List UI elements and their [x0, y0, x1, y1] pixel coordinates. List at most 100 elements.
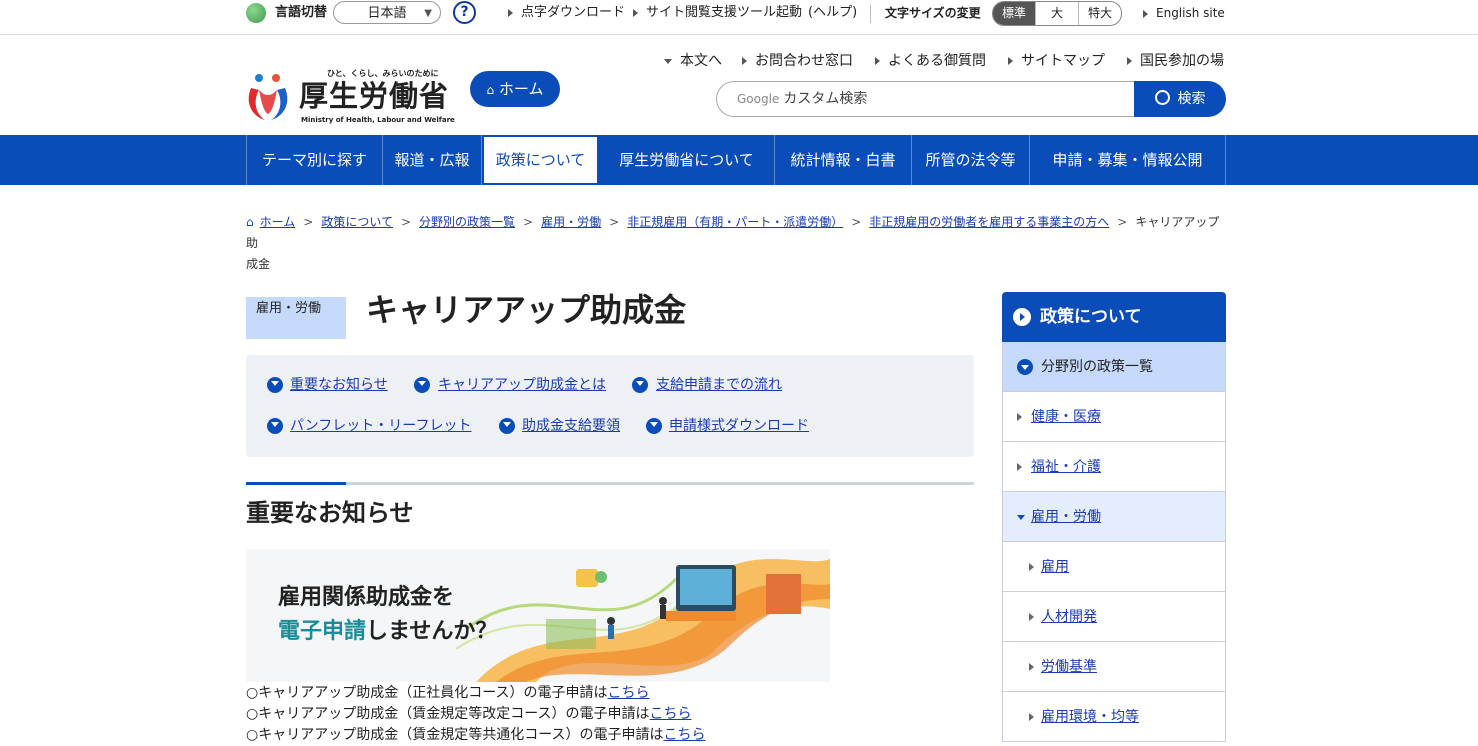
- breadcrumb-policy[interactable]: 政策について: [321, 215, 393, 229]
- header-link-participation-label: 国民参加の場: [1140, 53, 1224, 69]
- banner-illustration: [455, 559, 830, 682]
- language-select[interactable]: 日本語 ▼: [333, 1, 441, 24]
- sidebar-policy-list[interactable]: 分野別の政策一覧: [1002, 342, 1226, 392]
- sidebar-item-welfare[interactable]: 福祉・介護: [1002, 442, 1226, 492]
- chevron-down-icon: [499, 418, 515, 434]
- breadcrumb-employers[interactable]: 非正規雇用の労働者を雇用する事業主の方へ: [869, 215, 1109, 229]
- sidebar-subitem-labor-standards-label[interactable]: 労働基準: [1041, 659, 1097, 675]
- notice-text: ○キャリアアップ助成金（賃金規定等共通化コース）の電子申請は: [246, 727, 664, 743]
- breadcrumb-separator: >: [523, 215, 534, 229]
- font-size-standard[interactable]: 標準: [993, 2, 1036, 25]
- english-site-link[interactable]: English site: [1143, 0, 1225, 26]
- sidebar-item-welfare-label[interactable]: 福祉・介護: [1031, 459, 1101, 475]
- toc-flow[interactable]: 支給申請までの流れ: [656, 376, 782, 394]
- search-button[interactable]: 検索: [1134, 81, 1226, 117]
- arrow-down-icon: [1017, 515, 1025, 520]
- sidebar-subitem-hrd-label[interactable]: 人材開発: [1041, 609, 1097, 625]
- font-size-switch: 標準 大 特大: [992, 1, 1122, 26]
- sidebar-header[interactable]: 政策について: [1002, 292, 1226, 342]
- notice-link[interactable]: こちら: [608, 685, 650, 701]
- sidebar-item-employment[interactable]: 雇用・労働: [1002, 492, 1226, 542]
- header-link-main[interactable]: 本文へ: [664, 52, 722, 70]
- sidebar-subitem-equality[interactable]: 雇用環境・均等: [1002, 692, 1226, 742]
- accessibility-tool-link[interactable]: サイト閲覧支援ツール起動: [633, 0, 802, 26]
- breadcrumb-current-cont: 成金: [246, 257, 271, 271]
- toc-pamphlets[interactable]: パンフレット・リーフレット: [290, 417, 471, 435]
- arrow-icon: [1017, 463, 1022, 471]
- help-icon[interactable]: ?: [453, 1, 476, 24]
- arrow-icon: [1029, 563, 1034, 571]
- notice-item: ○キャリアアップ助成金（正社員化コース）の電子申請はこちら: [246, 683, 706, 704]
- font-size-large[interactable]: 大: [1036, 2, 1079, 25]
- search-icon: [1154, 90, 1170, 105]
- sidebar-policy-list-label: 分野別の政策一覧: [1041, 359, 1153, 375]
- search-placeholder: カスタム検索: [783, 91, 868, 107]
- page-title: キャリアアップ助成金: [366, 291, 687, 329]
- font-size-label: 文字サイズの変更: [885, 6, 981, 20]
- sidebar-item-health-label[interactable]: 健康・医療: [1031, 409, 1101, 425]
- sidebar-title: 政策について: [1040, 307, 1142, 327]
- sidebar-subitem-employ[interactable]: 雇用: [1002, 542, 1226, 592]
- header-link-sitemap[interactable]: サイトマップ: [1008, 52, 1105, 70]
- section-title: 重要なお知らせ: [246, 499, 414, 527]
- sidebar-subitem-equality-label[interactable]: 雇用環境・均等: [1041, 709, 1139, 725]
- header-link-contact[interactable]: お問合わせ窓口: [742, 52, 853, 70]
- global-nav: テーマ別に探す 報道・広報 政策について 厚生労働省について 統計情報・白書 所…: [0, 135, 1478, 185]
- e-application-banner[interactable]: 雇用関係助成金を 電子申請しませんか？: [246, 549, 830, 682]
- header-link-faq-label: よくある御質問: [888, 53, 986, 69]
- font-size-xlarge[interactable]: 特大: [1079, 2, 1121, 25]
- nav-about-ministry[interactable]: 厚生労働省について: [599, 135, 775, 185]
- sidebar-subitem-hrd[interactable]: 人材開発: [1002, 592, 1226, 642]
- arrow-down-icon: [664, 58, 672, 64]
- arrow-icon: [508, 8, 513, 17]
- toc-forms-download[interactable]: 申請様式ダウンロード: [669, 417, 809, 435]
- nav-statistics[interactable]: 統計情報・白書: [775, 135, 912, 185]
- chevron-right-icon: [1013, 308, 1031, 326]
- nav-applications[interactable]: 申請・募集・情報公開: [1030, 135, 1226, 185]
- section-rule: [246, 482, 974, 485]
- breadcrumb-policy-list[interactable]: 分野別の政策一覧: [419, 215, 515, 229]
- nav-laws[interactable]: 所管の法令等: [912, 135, 1030, 185]
- chevron-down-icon: [267, 377, 283, 393]
- header-link-participation[interactable]: 国民参加の場: [1127, 52, 1224, 70]
- header-link-faq[interactable]: よくある御質問: [875, 52, 986, 70]
- notice-link[interactable]: こちら: [664, 727, 706, 743]
- sidebar: 政策について 分野別の政策一覧 健康・医療 福祉・介護 雇用・労働 雇用 人材開…: [1002, 292, 1226, 742]
- sidebar-subitem-labor-standards[interactable]: 労働基準: [1002, 642, 1226, 692]
- banner-highlight: 電子申請: [278, 619, 367, 644]
- divider: [870, 5, 871, 23]
- nav-press[interactable]: 報道・広報: [383, 135, 482, 185]
- toc-guidelines[interactable]: 助成金支給要領: [522, 417, 620, 435]
- home-icon: ⌂: [246, 215, 254, 229]
- notice-link[interactable]: こちら: [650, 706, 692, 722]
- braille-download-link[interactable]: 点字ダウンロード: [508, 0, 625, 26]
- breadcrumb-home[interactable]: ホーム: [260, 215, 296, 229]
- toc-important-notice[interactable]: 重要なお知らせ: [290, 376, 388, 394]
- banner-heading-line1: 雇用関係助成金を: [278, 585, 455, 610]
- chevron-down-icon: [267, 418, 283, 434]
- arrow-icon: [1017, 413, 1022, 421]
- breadcrumb-nonregular[interactable]: 非正規雇用（有期・パート・派遣労働）: [627, 215, 843, 229]
- sidebar-item-employment-label[interactable]: 雇用・労働: [1031, 509, 1101, 525]
- arrow-icon: [1127, 57, 1132, 65]
- banner-heading-rest: しませんか？: [366, 619, 498, 644]
- logo-english: Ministry of Health, Labour and Welfare: [301, 116, 455, 124]
- arrow-icon: [1008, 57, 1013, 65]
- toc-about[interactable]: キャリアアップ助成金とは: [438, 376, 606, 394]
- globe-icon: [246, 3, 266, 23]
- header-link-contact-label: お問合わせ窓口: [755, 53, 853, 69]
- search-input[interactable]: Google カスタム検索: [716, 81, 1136, 117]
- nav-theme[interactable]: テーマ別に探す: [246, 135, 383, 185]
- notice-text: ○キャリアアップ助成金（正社員化コース）の電子申請は: [246, 685, 608, 701]
- breadcrumb-employment[interactable]: 雇用・労働: [541, 215, 601, 229]
- sidebar-item-health[interactable]: 健康・医療: [1002, 392, 1226, 442]
- help-link[interactable]: (ヘルプ): [808, 0, 857, 26]
- arrow-icon: [875, 57, 880, 65]
- home-button[interactable]: ⌂ ホーム: [470, 71, 560, 107]
- arrow-icon: [1029, 613, 1034, 621]
- sidebar-subitem-employ-label[interactable]: 雇用: [1041, 559, 1069, 575]
- home-button-label: ホーム: [498, 80, 544, 98]
- accessibility-tool-label: サイト閲覧支援ツール起動: [646, 5, 803, 20]
- chevron-down-icon: [414, 377, 430, 393]
- nav-policy[interactable]: 政策について: [482, 135, 599, 185]
